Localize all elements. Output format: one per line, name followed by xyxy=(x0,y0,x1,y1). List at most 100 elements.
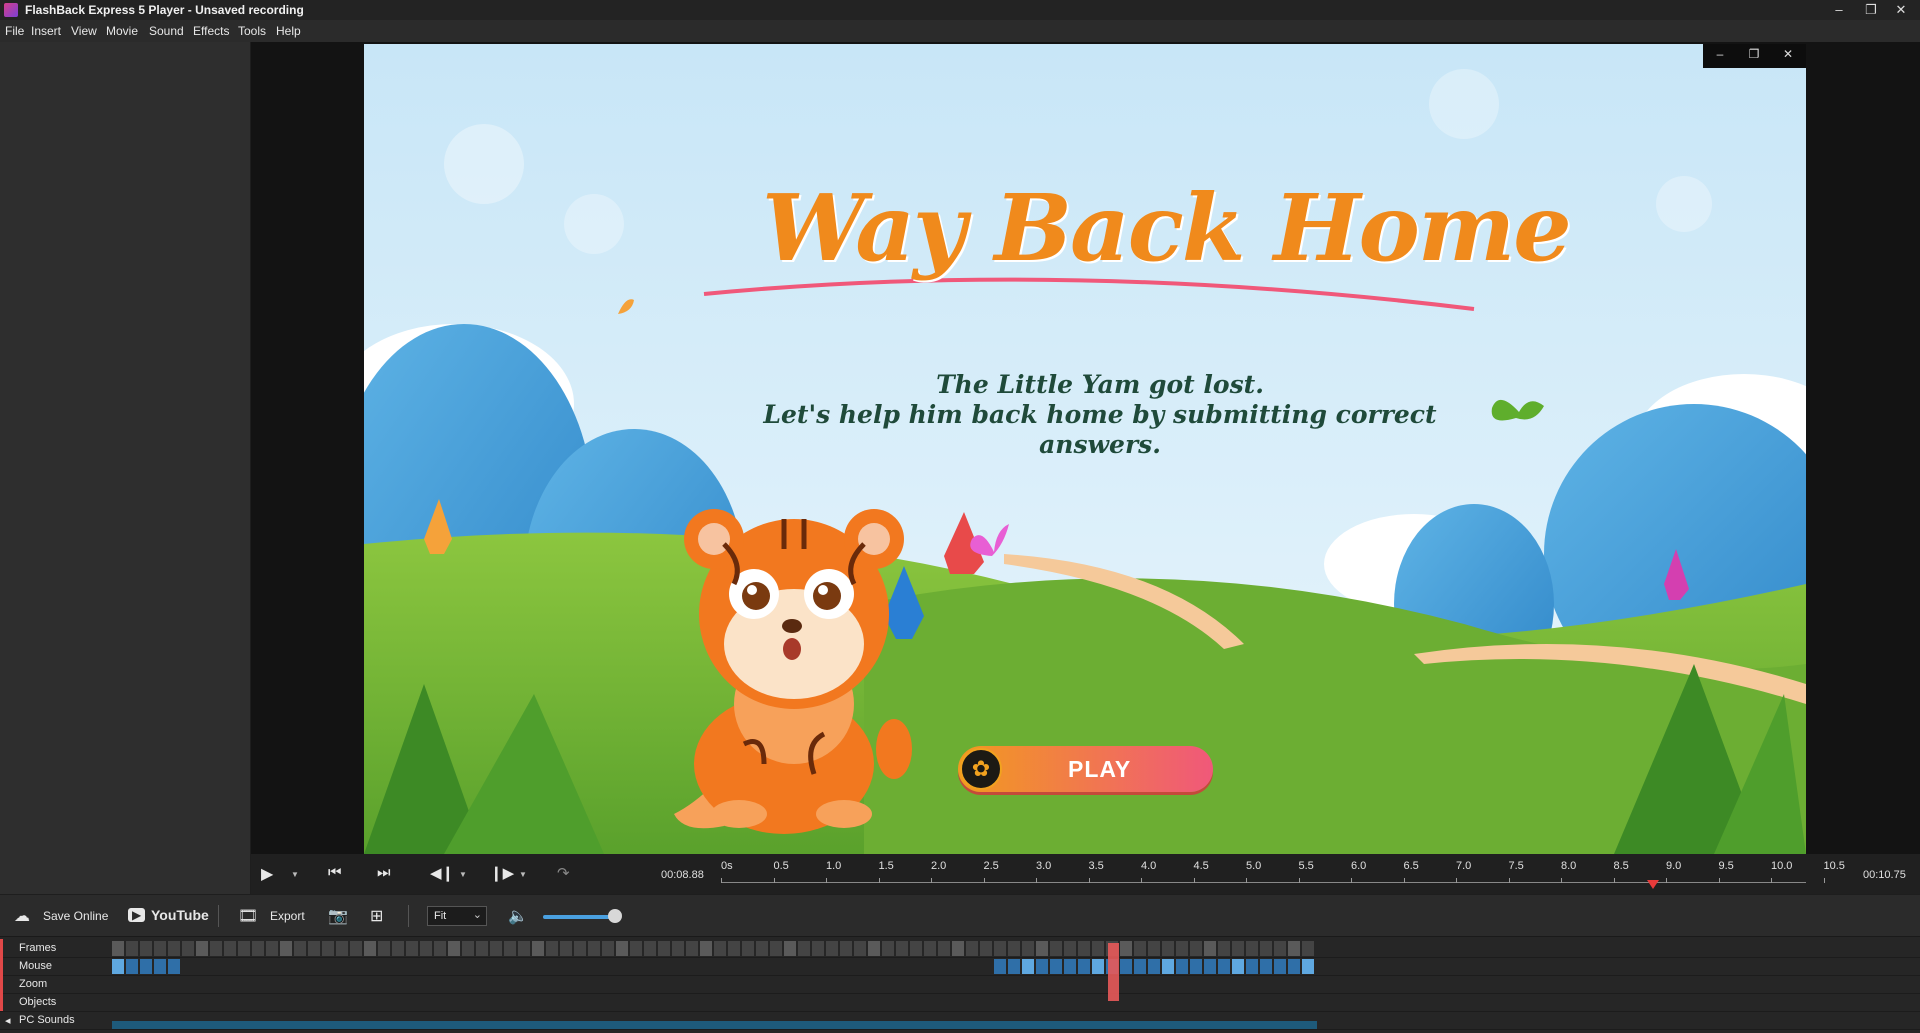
frame-cell[interactable] xyxy=(210,941,222,956)
mouse-cell[interactable] xyxy=(868,959,880,974)
mouse-cell[interactable] xyxy=(518,959,530,974)
mouse-cell[interactable] xyxy=(644,959,656,974)
frame-cell[interactable] xyxy=(616,941,628,956)
inner-close-icon[interactable]: ✕ xyxy=(1771,47,1805,61)
mouse-cell[interactable] xyxy=(420,959,432,974)
mouse-cell[interactable] xyxy=(700,959,712,974)
mouse-cell[interactable] xyxy=(532,959,544,974)
frame-cell[interactable] xyxy=(448,941,460,956)
mouse-cell[interactable] xyxy=(798,959,810,974)
mouse-cell[interactable] xyxy=(1036,959,1048,974)
frame-cell[interactable] xyxy=(518,941,530,956)
frame-cell[interactable] xyxy=(532,941,544,956)
previous-frame-icon[interactable]: ◀❙ xyxy=(430,864,454,882)
frame-cell[interactable] xyxy=(196,941,208,956)
frame-cell[interactable] xyxy=(224,941,236,956)
frame-cell[interactable] xyxy=(630,941,642,956)
save-online-button[interactable]: Save Online xyxy=(43,909,108,923)
frame-cell[interactable] xyxy=(126,941,138,956)
skip-to-start-icon[interactable]: ⏮ xyxy=(328,864,342,881)
export-button[interactable]: Export xyxy=(270,909,305,923)
frame-cell[interactable] xyxy=(658,941,670,956)
mouse-cell[interactable] xyxy=(252,959,264,974)
frame-cell[interactable] xyxy=(728,941,740,956)
mouse-cell[interactable] xyxy=(1120,959,1132,974)
mouse-cell[interactable] xyxy=(1064,959,1076,974)
frame-cell[interactable] xyxy=(406,941,418,956)
mouse-cell[interactable] xyxy=(1302,959,1314,974)
frame-cell[interactable] xyxy=(1120,941,1132,956)
frame-cell[interactable] xyxy=(798,941,810,956)
camera-snapshot-icon[interactable]: 📷 xyxy=(328,906,348,926)
mouse-cell[interactable] xyxy=(476,959,488,974)
mouse-cell[interactable] xyxy=(224,959,236,974)
mouse-cell[interactable] xyxy=(574,959,586,974)
mouse-cell[interactable] xyxy=(770,959,782,974)
mouse-cell[interactable] xyxy=(658,959,670,974)
frame-cell[interactable] xyxy=(1092,941,1104,956)
frame-cell[interactable] xyxy=(644,941,656,956)
frame-cell[interactable] xyxy=(1274,941,1286,956)
menu-file[interactable]: File xyxy=(5,24,24,38)
mouse-cell[interactable] xyxy=(1246,959,1258,974)
frame-cell[interactable] xyxy=(574,941,586,956)
mouse-cell[interactable] xyxy=(588,959,600,974)
frame-cell[interactable] xyxy=(1148,941,1160,956)
mouse-cell[interactable] xyxy=(1232,959,1244,974)
mouse-cell[interactable] xyxy=(266,959,278,974)
mouse-cell[interactable] xyxy=(308,959,320,974)
frame-cell[interactable] xyxy=(1204,941,1216,956)
mouse-cell[interactable] xyxy=(336,959,348,974)
mouse-cell[interactable] xyxy=(994,959,1006,974)
frame-cell[interactable] xyxy=(1302,941,1314,956)
skip-to-end-icon[interactable]: ⏭ xyxy=(377,864,391,881)
frame-cell[interactable] xyxy=(546,941,558,956)
frame-cell[interactable] xyxy=(308,941,320,956)
mouse-cell[interactable] xyxy=(812,959,824,974)
frame-cell[interactable] xyxy=(896,941,908,956)
mouse-cell[interactable] xyxy=(980,959,992,974)
mouse-cell[interactable] xyxy=(196,959,208,974)
mouse-cell[interactable] xyxy=(1022,959,1034,974)
frame-cell[interactable] xyxy=(560,941,572,956)
frame-cell[interactable] xyxy=(378,941,390,956)
frame-cell[interactable] xyxy=(826,941,838,956)
menu-help[interactable]: Help xyxy=(276,24,301,38)
frame-cell[interactable] xyxy=(882,941,894,956)
frame-cell[interactable] xyxy=(686,941,698,956)
frame-cell[interactable] xyxy=(742,941,754,956)
mouse-cell[interactable] xyxy=(1274,959,1286,974)
next-frame-icon[interactable]: ❙▶ xyxy=(490,864,514,882)
minimize-icon[interactable]: – xyxy=(1824,0,1854,20)
frame-cell[interactable] xyxy=(868,941,880,956)
mouse-cell[interactable] xyxy=(882,959,894,974)
frame-cell[interactable] xyxy=(1162,941,1174,956)
mouse-cell[interactable] xyxy=(924,959,936,974)
mouse-cell[interactable] xyxy=(1078,959,1090,974)
cloud-upload-icon[interactable]: ☁ xyxy=(14,906,30,926)
play-icon[interactable]: ▶ xyxy=(261,864,273,884)
mouse-cell[interactable] xyxy=(350,959,362,974)
frame-cell[interactable] xyxy=(812,941,824,956)
mouse-cell[interactable] xyxy=(756,959,768,974)
volume-slider-track[interactable] xyxy=(543,915,615,919)
frame-cell[interactable] xyxy=(1246,941,1258,956)
frame-cell[interactable] xyxy=(322,941,334,956)
youtube-icon[interactable]: ▶ xyxy=(128,908,146,922)
frame-cell[interactable] xyxy=(994,941,1006,956)
mouse-cell[interactable] xyxy=(154,959,166,974)
frame-cell[interactable] xyxy=(714,941,726,956)
redo-icon[interactable]: ↷ xyxy=(557,864,570,882)
frame-cell[interactable] xyxy=(756,941,768,956)
mouse-cell[interactable] xyxy=(504,959,516,974)
mouse-cell[interactable] xyxy=(1162,959,1174,974)
frame-cell[interactable] xyxy=(336,941,348,956)
frame-cell[interactable] xyxy=(154,941,166,956)
speaker-icon[interactable]: 🔈 xyxy=(508,906,528,926)
mouse-cell[interactable] xyxy=(1190,959,1202,974)
mouse-cell[interactable] xyxy=(126,959,138,974)
close-icon[interactable]: ✕ xyxy=(1886,0,1916,20)
mouse-cell[interactable] xyxy=(378,959,390,974)
mouse-cell[interactable] xyxy=(784,959,796,974)
mouse-cell[interactable] xyxy=(840,959,852,974)
